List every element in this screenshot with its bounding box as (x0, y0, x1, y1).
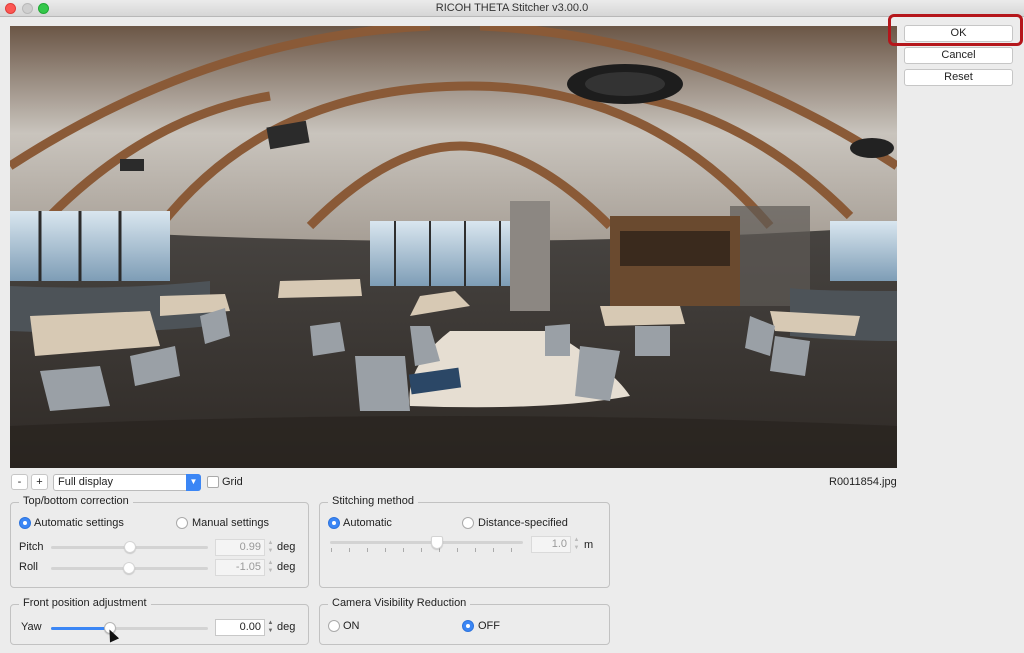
distance-unit: m (584, 539, 594, 551)
stitching-distance-label: Distance-specified (478, 517, 568, 529)
roll-label: Roll (19, 561, 38, 573)
camera-visibility-off-label: OFF (478, 620, 500, 632)
ok-highlight-box (888, 14, 1023, 46)
distance-slider-track[interactable] (330, 541, 523, 544)
grid-checkbox[interactable] (207, 476, 219, 488)
zoom-in-button[interactable]: + (31, 474, 48, 490)
pitch-slider-knob[interactable] (124, 541, 136, 553)
reset-button[interactable]: Reset (904, 69, 1013, 86)
title-bar: RICOH THETA Stitcher v3.00.0 (0, 0, 1024, 17)
zoom-out-button[interactable]: - (11, 474, 28, 490)
stitching-auto-label: Automatic (343, 517, 392, 529)
pitch-label: Pitch (19, 541, 44, 553)
pitch-unit: deg (277, 541, 296, 553)
chevron-down-icon[interactable]: ▼ (186, 474, 201, 491)
cancel-button[interactable]: Cancel (904, 47, 1013, 64)
distance-stepper[interactable]: ▲ ▼ (572, 536, 581, 553)
yaw-label: Yaw (21, 621, 42, 633)
display-mode-value: Full display (58, 476, 114, 488)
yaw-unit: deg (277, 621, 296, 633)
top-bottom-auto-label: Automatic settings (34, 517, 124, 529)
top-bottom-manual-label: Manual settings (192, 517, 270, 529)
yaw-value-field[interactable]: 0.00 (215, 619, 265, 636)
stitching-method-title: Stitching method (328, 495, 418, 507)
roll-unit: deg (277, 561, 296, 573)
top-bottom-manual-radio[interactable] (176, 517, 188, 529)
roll-value-field[interactable]: -1.05 (215, 559, 265, 576)
camera-visibility-title: Camera Visibility Reduction (328, 597, 471, 609)
top-bottom-correction-title: Top/bottom correction (19, 495, 133, 507)
top-bottom-auto-radio[interactable] (19, 517, 31, 529)
pitch-value-field[interactable]: 0.99 (215, 539, 265, 556)
yaw-slider-fill (51, 627, 107, 630)
camera-visibility-on-label: ON (343, 620, 360, 632)
window-title: RICOH THETA Stitcher v3.00.0 (435, 2, 589, 14)
roll-slider-knob[interactable] (123, 562, 135, 574)
camera-visibility-on-radio[interactable] (328, 620, 340, 632)
front-position-title: Front position adjustment (19, 597, 151, 609)
display-mode-select[interactable]: Full display ▼ (53, 474, 201, 491)
roll-stepper[interactable]: ▲ ▼ (266, 559, 275, 576)
yaw-stepper[interactable]: ▲ ▼ (266, 619, 275, 636)
pitch-stepper[interactable]: ▲ ▼ (266, 539, 275, 556)
distance-slider-knob[interactable] (431, 536, 443, 549)
stitching-distance-radio[interactable] (462, 517, 474, 529)
panorama-preview[interactable] (10, 26, 897, 468)
yaw-slider-track[interactable] (51, 627, 208, 630)
panorama-image (10, 26, 897, 468)
grid-label: Grid (222, 476, 243, 488)
stitching-auto-radio[interactable] (328, 517, 340, 529)
camera-visibility-off-radio[interactable] (462, 620, 474, 632)
filename-label: R0011854.jpg (829, 476, 897, 488)
distance-value-field[interactable]: 1.0 (531, 536, 571, 553)
